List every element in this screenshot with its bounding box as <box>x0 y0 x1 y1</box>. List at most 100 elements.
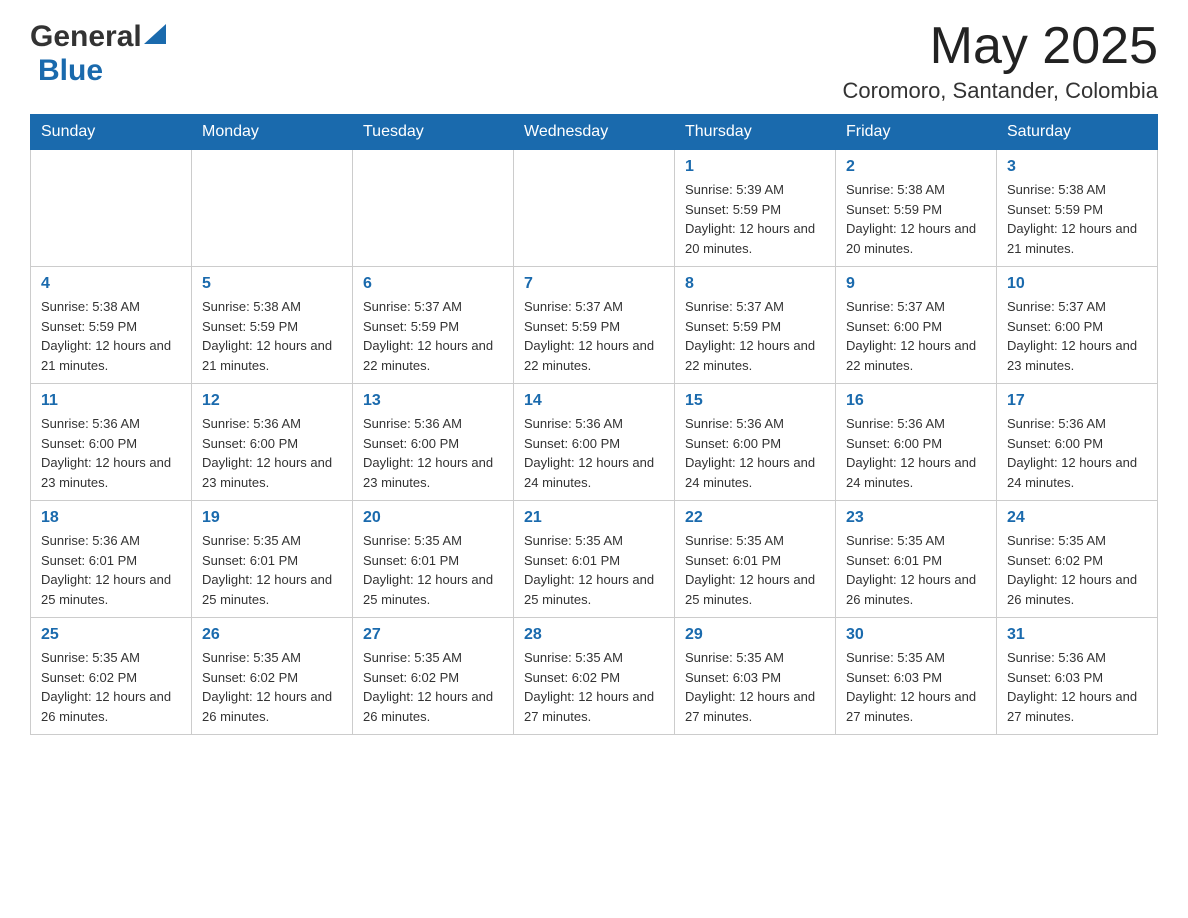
logo-general-text: General <box>30 20 142 54</box>
calendar-cell: 8Sunrise: 5:37 AMSunset: 5:59 PMDaylight… <box>675 267 836 384</box>
logo-triangle-icon <box>144 24 166 46</box>
weekday-header-sunday: Sunday <box>31 115 192 150</box>
day-info: Sunrise: 5:38 AMSunset: 5:59 PMDaylight:… <box>1007 180 1147 258</box>
day-info: Sunrise: 5:36 AMSunset: 6:03 PMDaylight:… <box>1007 648 1147 726</box>
day-info: Sunrise: 5:35 AMSunset: 6:02 PMDaylight:… <box>1007 531 1147 609</box>
calendar-cell: 13 Sunrise: 5:36 AMSunset: 6:00 PMDayligh… <box>353 384 514 501</box>
calendar-table: SundayMondayTuesdayWednesdayThursdayFrid… <box>30 114 1158 735</box>
location: Coromoro, Santander, Colombia <box>843 78 1159 104</box>
day-number: 15 <box>685 392 825 410</box>
calendar-cell <box>514 150 675 267</box>
calendar-cell: 22 Sunrise: 5:35 AMSunset: 6:01 PMDayligh… <box>675 501 836 618</box>
calendar-cell: 6 Sunrise: 5:37 AMSunset: 5:59 PMDaylight… <box>353 267 514 384</box>
calendar-cell: 5Sunrise: 5:38 AMSunset: 5:59 PMDaylight… <box>192 267 353 384</box>
day-number: 6 <box>363 275 503 293</box>
day-info: Sunrise: 5:35 AMSunset: 6:01 PMDaylight:… <box>202 531 342 609</box>
calendar-cell: 24 Sunrise: 5:35 AMSunset: 6:02 PMDayligh… <box>997 501 1158 618</box>
calendar-cell: 21 Sunrise: 5:35 AMSunset: 6:01 PMDayligh… <box>514 501 675 618</box>
title-section: May 2025 Coromoro, Santander, Colombia <box>843 20 1159 104</box>
calendar-cell: 29 Sunrise: 5:35 AMSunset: 6:03 PMDayligh… <box>675 618 836 735</box>
weekday-header-thursday: Thursday <box>675 115 836 150</box>
calendar-cell: 28Sunrise: 5:35 AMSunset: 6:02 PMDayligh… <box>514 618 675 735</box>
calendar-week-5: 25Sunrise: 5:35 AMSunset: 6:02 PMDayligh… <box>31 618 1158 735</box>
day-info: Sunrise: 5:35 AMSunset: 6:01 PMDaylight:… <box>846 531 986 609</box>
day-number: 18 <box>41 509 181 527</box>
calendar-cell: 26 Sunrise: 5:35 AMSunset: 6:02 PMDayligh… <box>192 618 353 735</box>
day-number: 3 <box>1007 158 1147 176</box>
day-number: 7 <box>524 275 664 293</box>
day-info: Sunrise: 5:35 AMSunset: 6:01 PMDaylight:… <box>363 531 503 609</box>
weekday-header-saturday: Saturday <box>997 115 1158 150</box>
calendar-cell: 7 Sunrise: 5:37 AMSunset: 5:59 PMDaylight… <box>514 267 675 384</box>
weekday-header-wednesday: Wednesday <box>514 115 675 150</box>
day-info: Sunrise: 5:35 AMSunset: 6:02 PMDaylight:… <box>202 648 342 726</box>
logo-blue-text: Blue <box>38 54 103 88</box>
day-info: Sunrise: 5:36 AMSunset: 6:00 PMDaylight:… <box>1007 414 1147 492</box>
day-info: Sunrise: 5:38 AMSunset: 5:59 PMDaylight:… <box>202 297 342 375</box>
day-info: Sunrise: 5:36 AMSunset: 6:01 PMDaylight:… <box>41 531 181 609</box>
calendar-cell: 15 Sunrise: 5:36 AMSunset: 6:00 PMDayligh… <box>675 384 836 501</box>
day-info: Sunrise: 5:35 AMSunset: 6:01 PMDaylight:… <box>524 531 664 609</box>
day-number: 10 <box>1007 275 1147 293</box>
day-number: 19 <box>202 509 342 527</box>
day-info: Sunrise: 5:35 AMSunset: 6:03 PMDaylight:… <box>685 648 825 726</box>
calendar-cell: 9 Sunrise: 5:37 AMSunset: 6:00 PMDaylight… <box>836 267 997 384</box>
calendar-cell: 27Sunrise: 5:35 AMSunset: 6:02 PMDayligh… <box>353 618 514 735</box>
day-info: Sunrise: 5:36 AMSunset: 6:00 PMDaylight:… <box>846 414 986 492</box>
logo: General Blue <box>30 20 166 88</box>
day-info: Sunrise: 5:36 AMSunset: 6:00 PMDaylight:… <box>524 414 664 492</box>
weekday-header-monday: Monday <box>192 115 353 150</box>
calendar-cell: 3 Sunrise: 5:38 AMSunset: 5:59 PMDaylight… <box>997 150 1158 267</box>
calendar-cell: 30Sunrise: 5:35 AMSunset: 6:03 PMDayligh… <box>836 618 997 735</box>
calendar-cell: 31Sunrise: 5:36 AMSunset: 6:03 PMDayligh… <box>997 618 1158 735</box>
day-info: Sunrise: 5:35 AMSunset: 6:02 PMDaylight:… <box>41 648 181 726</box>
day-info: Sunrise: 5:36 AMSunset: 6:00 PMDaylight:… <box>363 414 503 492</box>
day-number: 4 <box>41 275 181 293</box>
day-info: Sunrise: 5:38 AMSunset: 5:59 PMDaylight:… <box>41 297 181 375</box>
calendar-cell: 14Sunrise: 5:36 AMSunset: 6:00 PMDayligh… <box>514 384 675 501</box>
calendar-cell <box>353 150 514 267</box>
day-info: Sunrise: 5:37 AMSunset: 6:00 PMDaylight:… <box>846 297 986 375</box>
day-number: 2 <box>846 158 986 176</box>
weekday-header-tuesday: Tuesday <box>353 115 514 150</box>
calendar-cell: 20 Sunrise: 5:35 AMSunset: 6:01 PMDayligh… <box>353 501 514 618</box>
day-number: 21 <box>524 509 664 527</box>
calendar-cell: 18 Sunrise: 5:36 AMSunset: 6:01 PMDayligh… <box>31 501 192 618</box>
calendar-cell: 17Sunrise: 5:36 AMSunset: 6:00 PMDayligh… <box>997 384 1158 501</box>
day-number: 26 <box>202 626 342 644</box>
day-number: 11 <box>41 392 181 410</box>
day-info: Sunrise: 5:39 AMSunset: 5:59 PMDaylight:… <box>685 180 825 258</box>
day-info: Sunrise: 5:37 AMSunset: 6:00 PMDaylight:… <box>1007 297 1147 375</box>
day-info: Sunrise: 5:36 AMSunset: 6:00 PMDaylight:… <box>202 414 342 492</box>
calendar-cell: 12 Sunrise: 5:36 AMSunset: 6:00 PMDayligh… <box>192 384 353 501</box>
calendar-cell: 25Sunrise: 5:35 AMSunset: 6:02 PMDayligh… <box>31 618 192 735</box>
day-number: 28 <box>524 626 664 644</box>
day-info: Sunrise: 5:36 AMSunset: 6:00 PMDaylight:… <box>685 414 825 492</box>
day-info: Sunrise: 5:35 AMSunset: 6:02 PMDaylight:… <box>363 648 503 726</box>
day-info: Sunrise: 5:35 AMSunset: 6:01 PMDaylight:… <box>685 531 825 609</box>
day-number: 20 <box>363 509 503 527</box>
calendar-cell: 19 Sunrise: 5:35 AMSunset: 6:01 PMDayligh… <box>192 501 353 618</box>
day-info: Sunrise: 5:37 AMSunset: 5:59 PMDaylight:… <box>524 297 664 375</box>
calendar-week-3: 11 Sunrise: 5:36 AMSunset: 6:00 PMDayligh… <box>31 384 1158 501</box>
weekday-header-friday: Friday <box>836 115 997 150</box>
day-info: Sunrise: 5:37 AMSunset: 5:59 PMDaylight:… <box>363 297 503 375</box>
calendar-week-1: 1Sunrise: 5:39 AMSunset: 5:59 PMDaylight… <box>31 150 1158 267</box>
day-number: 29 <box>685 626 825 644</box>
day-number: 9 <box>846 275 986 293</box>
calendar-header-row: SundayMondayTuesdayWednesdayThursdayFrid… <box>31 115 1158 150</box>
day-number: 24 <box>1007 509 1147 527</box>
day-number: 22 <box>685 509 825 527</box>
day-info: Sunrise: 5:38 AMSunset: 5:59 PMDaylight:… <box>846 180 986 258</box>
calendar-cell: 2 Sunrise: 5:38 AMSunset: 5:59 PMDaylight… <box>836 150 997 267</box>
day-number: 16 <box>846 392 986 410</box>
day-number: 13 <box>363 392 503 410</box>
day-info: Sunrise: 5:36 AMSunset: 6:00 PMDaylight:… <box>41 414 181 492</box>
day-number: 8 <box>685 275 825 293</box>
calendar-cell: 16 Sunrise: 5:36 AMSunset: 6:00 PMDayligh… <box>836 384 997 501</box>
day-number: 12 <box>202 392 342 410</box>
calendar-cell: 10 Sunrise: 5:37 AMSunset: 6:00 PMDayligh… <box>997 267 1158 384</box>
day-info: Sunrise: 5:35 AMSunset: 6:03 PMDaylight:… <box>846 648 986 726</box>
calendar-week-4: 18 Sunrise: 5:36 AMSunset: 6:01 PMDayligh… <box>31 501 1158 618</box>
month-title: May 2025 <box>843 20 1159 72</box>
